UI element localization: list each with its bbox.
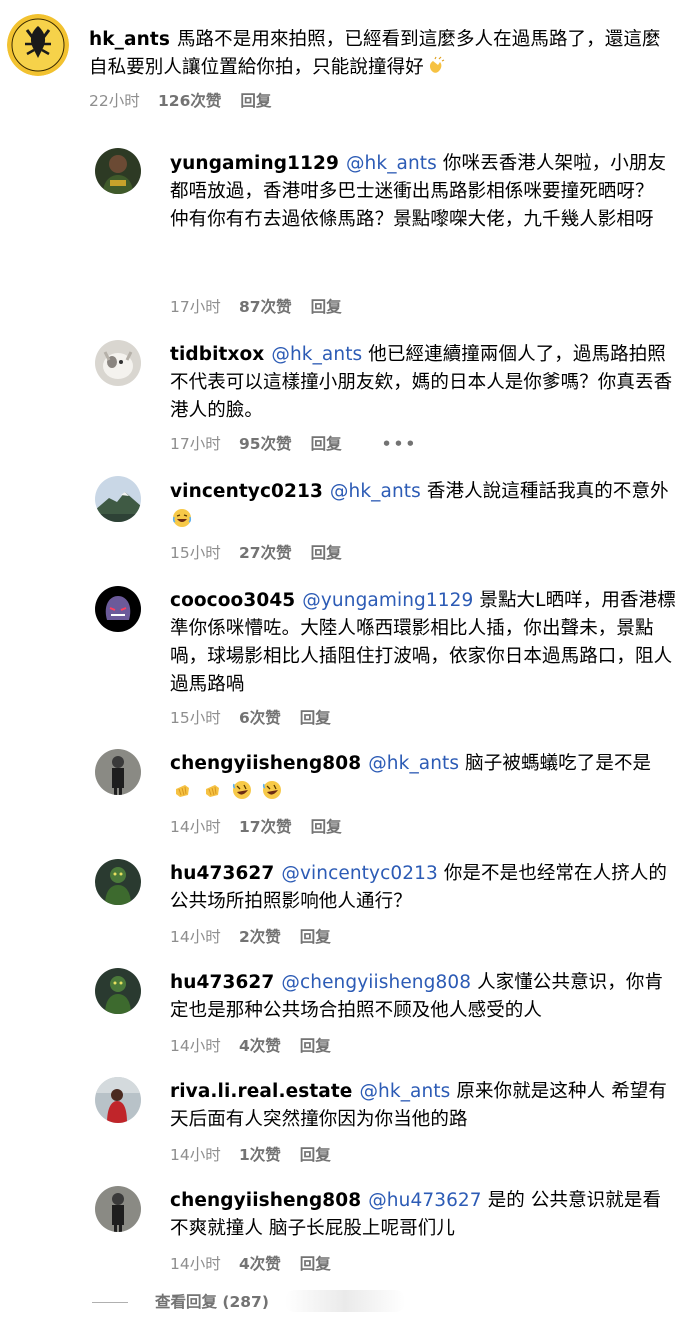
reply-button[interactable]: 回复	[311, 817, 342, 837]
comment-username[interactable]: chengyiisheng808	[170, 753, 361, 774]
comment-body: vincentyc0213 @hk_ants 香港人說這種話我真的不意外	[170, 478, 670, 534]
comment-time: 14小时	[170, 818, 221, 836]
reply-button[interactable]: 回复	[300, 927, 331, 947]
reply-button[interactable]: 回复	[300, 1145, 331, 1165]
reply-button[interactable]: 回复	[311, 297, 342, 317]
fist-icon	[202, 780, 222, 800]
comment-username[interactable]: coocoo3045	[170, 590, 295, 611]
comment-meta: 15小时 27次赞 回复	[170, 543, 342, 563]
comment-body: chengyiisheng808 @hu473627 是的 公共意识就是看不爽就撞人…	[170, 1187, 675, 1243]
comment-time: 14小时	[170, 1037, 221, 1055]
comment-body: riva.li.real.estate @hk_ants 原来你就是这种人 希望有天…	[170, 1078, 675, 1134]
comment-body: hk_ants 馬路不是用來拍照，已經看到這麼多人在過馬路了，還這麼自私要別人讓位…	[89, 26, 679, 82]
comment-likes[interactable]: 87次赞	[239, 297, 292, 317]
clapping-hands-icon	[426, 56, 446, 76]
comment-meta: 14小时 17次赞 回复	[170, 817, 342, 837]
comment-username[interactable]: yungaming1129	[170, 153, 339, 174]
mention-link[interactable]: @vincentyc0213	[281, 863, 437, 884]
comment-time: 15小时	[170, 709, 221, 727]
reply-button[interactable]: 回复	[300, 708, 331, 728]
comment-meta: 17小时 95次赞 回复 •••	[170, 434, 417, 454]
mention-link[interactable]: @hk_ants	[368, 753, 459, 774]
avatar[interactable]	[95, 749, 141, 795]
comment-username[interactable]: hu473627	[170, 972, 274, 993]
avatar[interactable]	[95, 1186, 141, 1232]
comment-likes[interactable]: 6次赞	[239, 708, 281, 728]
avatar[interactable]	[95, 968, 141, 1014]
divider-line	[92, 1302, 128, 1303]
reply-button[interactable]: 回复	[300, 1254, 331, 1274]
comment-meta: 14小时 4次赞 回复	[170, 1036, 331, 1056]
comment-username[interactable]: vincentyc0213	[170, 481, 323, 502]
comment-likes[interactable]: 17次赞	[239, 817, 292, 837]
mention-link[interactable]: @hk_ants	[330, 481, 421, 502]
comment-text: 馬路不是用來拍照，已經看到這麼多人在過馬路了，還這麼自私要別人讓位置給你拍，只能…	[89, 29, 661, 78]
mention-link[interactable]: @yungaming1129	[302, 590, 473, 611]
avatar[interactable]	[95, 340, 141, 386]
comment-body: hu473627 @vincentyc0213 你是不是也经常在人挤人的公共场所拍照…	[170, 860, 675, 916]
comment-likes[interactable]: 1次赞	[239, 1145, 281, 1165]
comment-time: 17小时	[170, 435, 221, 453]
mention-link[interactable]: @hu473627	[368, 1190, 481, 1211]
comment-username[interactable]: hu473627	[170, 863, 274, 884]
comment-meta: 17小时 87次赞 回复	[170, 297, 342, 317]
laughing-face-icon	[172, 508, 192, 528]
comments-page: { "main_comment": { "username": "hk_ants…	[0, 0, 696, 1329]
comment-likes[interactable]: 27次赞	[239, 543, 292, 563]
comment-time: 14小时	[170, 1146, 221, 1164]
comment-time: 22小时	[89, 92, 140, 110]
comment-likes[interactable]: 95次赞	[239, 434, 292, 454]
avatar-hk-ants[interactable]	[7, 14, 69, 76]
ant-logo-icon	[7, 14, 69, 76]
comment-username[interactable]: chengyiisheng808	[170, 1190, 361, 1211]
mention-link[interactable]: @chengyiisheng808	[281, 972, 471, 993]
comment-meta: 15小时 6次赞 回复	[170, 708, 331, 728]
comment-meta: 22小时 126次赞 回复	[89, 91, 271, 111]
comment-text: 脑子被螞蟻吃了是不是	[465, 753, 652, 774]
comment-text: 香港人說這種話我真的不意外	[426, 481, 669, 502]
reply-button[interactable]: 回复	[311, 543, 342, 563]
comment-body: yungaming1129 @hk_ants 你咪丟香港人架啦，小朋友都唔放過，香港…	[170, 150, 675, 234]
reply-button[interactable]: 回复	[300, 1036, 331, 1056]
comment-username[interactable]: hk_ants	[89, 29, 170, 50]
mention-link[interactable]: @hk_ants	[346, 153, 437, 174]
comment-body: chengyiisheng808 @hk_ants 脑子被螞蟻吃了是不是	[170, 750, 675, 806]
rofl-icon	[232, 780, 252, 800]
mention-link[interactable]: @hk_ants	[271, 344, 362, 365]
comment-meta: 14小时 2次赞 回复	[170, 927, 331, 947]
view-replies-label: 查看回复 (287)	[155, 1293, 269, 1311]
reply-button[interactable]: 回复	[240, 91, 271, 111]
comment-meta: 14小时 4次赞 回复	[170, 1254, 331, 1274]
comment-body: coocoo3045 @yungaming1129 景點大L晒咩，用香港標準你係咪懵…	[170, 587, 680, 699]
comment-likes[interactable]: 126次赞	[158, 91, 221, 111]
comment-body: tidbitxox @hk_ants 他已經連續撞兩個人了，過馬路拍照不代表可以這樣…	[170, 341, 680, 425]
comment-body: hu473627 @chengyiisheng808 人家懂公共意识，你肯定也是那种…	[170, 969, 680, 1025]
comment-meta: 14小时 1次赞 回复	[170, 1145, 331, 1165]
fist-icon	[172, 780, 192, 800]
comment-time: 15小时	[170, 544, 221, 562]
rofl-icon	[262, 780, 282, 800]
comment-time: 14小时	[170, 1255, 221, 1273]
view-replies-button[interactable]: 查看回复 (287)	[92, 1290, 269, 1312]
avatar[interactable]	[95, 148, 141, 194]
more-options-icon[interactable]: •••	[382, 434, 418, 454]
comment-username[interactable]: tidbitxox	[170, 344, 264, 365]
avatar[interactable]	[95, 1077, 141, 1123]
comment-likes[interactable]: 2次赞	[239, 927, 281, 947]
watermark	[285, 1290, 405, 1312]
comment-username[interactable]: riva.li.real.estate	[170, 1081, 352, 1102]
avatar[interactable]	[95, 476, 141, 522]
avatar[interactable]	[95, 586, 141, 632]
comment-likes[interactable]: 4次赞	[239, 1254, 281, 1274]
comment-time: 17小时	[170, 298, 221, 316]
comment-likes[interactable]: 4次赞	[239, 1036, 281, 1056]
reply-button[interactable]: 回复	[311, 434, 342, 454]
mention-link[interactable]: @hk_ants	[359, 1081, 450, 1102]
comment-time: 14小时	[170, 928, 221, 946]
avatar[interactable]	[95, 859, 141, 905]
